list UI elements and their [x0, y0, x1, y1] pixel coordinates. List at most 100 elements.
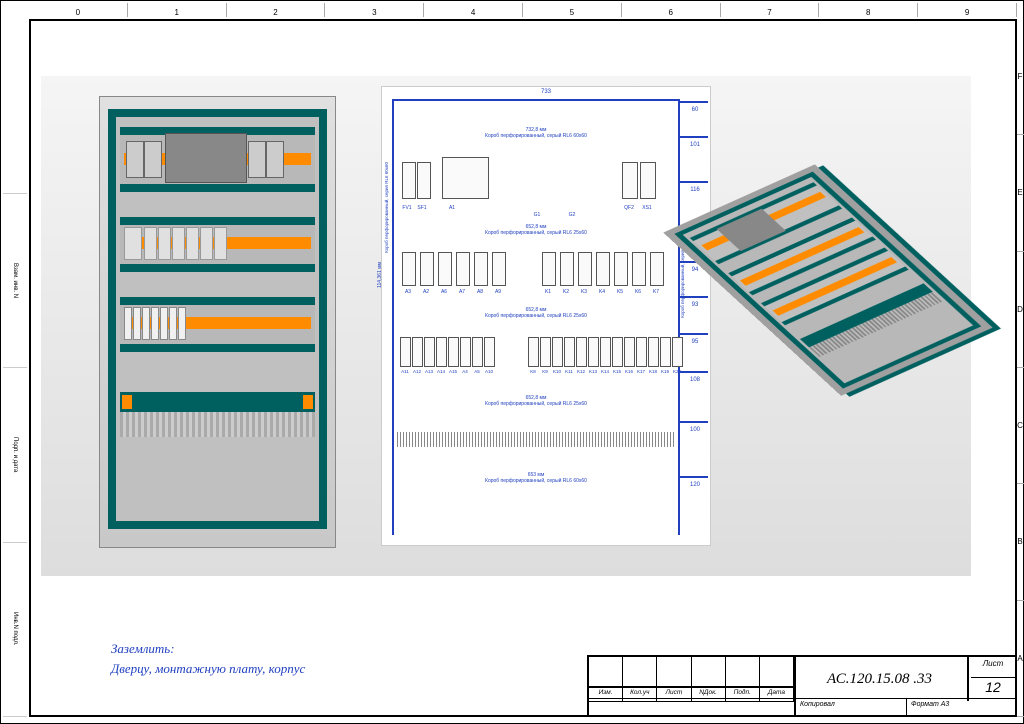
lbl-qf2: QF2 [620, 205, 638, 211]
drawing-number: АС.120.15.08 .33 [792, 657, 969, 701]
power-supply-block [165, 133, 247, 183]
a1-box [442, 157, 489, 199]
device [172, 227, 185, 260]
device-box [612, 337, 623, 367]
terminal-row [120, 392, 315, 442]
device-box [552, 337, 563, 367]
device-label: A7 [454, 289, 470, 295]
cabinet-frame [108, 109, 327, 529]
panel-front-view [99, 96, 336, 548]
device-label: A8 [472, 289, 488, 295]
device-box [636, 337, 647, 367]
device-box [528, 337, 539, 367]
dim-line [680, 333, 708, 335]
dim-line [680, 476, 708, 478]
device-box [424, 337, 435, 367]
device-box [578, 252, 592, 286]
layout-schematic: 733 732,8 ммКороб перфорированный, серый… [381, 86, 711, 546]
dim-value: 60 [684, 107, 706, 113]
device-box [402, 252, 416, 286]
titleblock-bottom: Копировал Формат А3 [589, 698, 1015, 715]
device-box [560, 252, 574, 286]
device [158, 227, 171, 260]
sf1-box [417, 162, 431, 199]
device-label: A3 [400, 289, 416, 295]
device-box [632, 252, 646, 286]
device [248, 141, 266, 178]
title-block: Изм. Кол.уч Лист NДок. Подп. Дата АС.120… [587, 655, 1017, 717]
device [144, 227, 157, 260]
device [266, 141, 284, 178]
dim-value: 120 [684, 482, 706, 488]
iso-terminals [809, 292, 943, 357]
dim-width: 733 [382, 89, 710, 95]
lbl-g2: G2 [562, 212, 582, 218]
device-box [400, 337, 411, 367]
terminal-strip [397, 432, 675, 447]
qf2-box [622, 162, 638, 199]
device [126, 141, 144, 178]
xs1-box [640, 162, 656, 199]
breaker [133, 307, 141, 340]
lbl-fv1: FV1 [400, 205, 414, 211]
device-box [588, 337, 599, 367]
din-row-1 [120, 127, 315, 192]
breaker [142, 307, 150, 340]
device-box [600, 337, 611, 367]
device-box [436, 337, 447, 367]
iso-cabinet [663, 164, 992, 395]
dim-line [392, 99, 680, 101]
fv1-box [402, 162, 416, 199]
dim-value: 100 [684, 427, 706, 433]
breaker [151, 307, 159, 340]
left-dim-114: 114,361 мм [377, 262, 389, 288]
note-title: Заземлить: [111, 639, 305, 659]
dim-line [680, 421, 708, 423]
iso-terminal-bar [800, 283, 933, 347]
device-box [596, 252, 610, 286]
device-label: K5 [612, 289, 628, 295]
device [214, 227, 227, 260]
end-bracket [122, 395, 132, 409]
note-body: Дверцу, монтажную плату, корпус [111, 659, 305, 679]
drawing-sheet: 0 1 2 3 4 5 6 7 8 9 Взам. инв. N Подп. и… [0, 0, 1024, 724]
device-box [472, 337, 483, 367]
breaker [124, 307, 132, 340]
panel-isometric-view [731, 81, 946, 561]
revision-grid [589, 657, 796, 688]
device-box [614, 252, 628, 286]
device-label: A2 [418, 289, 434, 295]
device-box [460, 337, 471, 367]
device-label: K1 [540, 289, 556, 295]
din-row-2 [120, 217, 315, 272]
device-box [542, 252, 556, 286]
dim-line [680, 136, 708, 138]
device-label: K4 [594, 289, 610, 295]
duct-3: 652,8 ммКороб перфорированный, серый RL6… [392, 307, 680, 319]
device-box [648, 337, 659, 367]
copied-by: Копировал [796, 699, 907, 715]
device-box [484, 337, 495, 367]
stamp-left-column: Взам. инв. N Подп. и дата Инв.N подл. [3, 19, 27, 717]
device-label: K3 [576, 289, 592, 295]
duct-5: 653 ммКороб перфорированный, серый RL6 6… [392, 472, 680, 484]
device-box [420, 252, 434, 286]
device [200, 227, 213, 260]
terminal-bar [120, 392, 315, 412]
terminal-slots [120, 412, 315, 437]
ground-note: Заземлить: Дверцу, монтажную плату, корп… [111, 639, 305, 678]
device-box [540, 337, 551, 367]
device-box [412, 337, 423, 367]
device-box [564, 337, 575, 367]
device-label: K2 [558, 289, 574, 295]
breaker [169, 307, 177, 340]
device-box [438, 252, 452, 286]
left-duct-note-1: Короб перфорированный, серия RL6 60x60 [384, 162, 394, 253]
device-box [660, 337, 671, 367]
device-label: A10 [482, 369, 496, 374]
lbl-sf1: SF1 [415, 205, 429, 211]
device-box [474, 252, 488, 286]
iso-frame [674, 172, 981, 389]
lbl-a1: A1 [442, 205, 462, 211]
duct-2: 652,8 ммКороб перфорированный, серый RL6… [392, 224, 680, 236]
